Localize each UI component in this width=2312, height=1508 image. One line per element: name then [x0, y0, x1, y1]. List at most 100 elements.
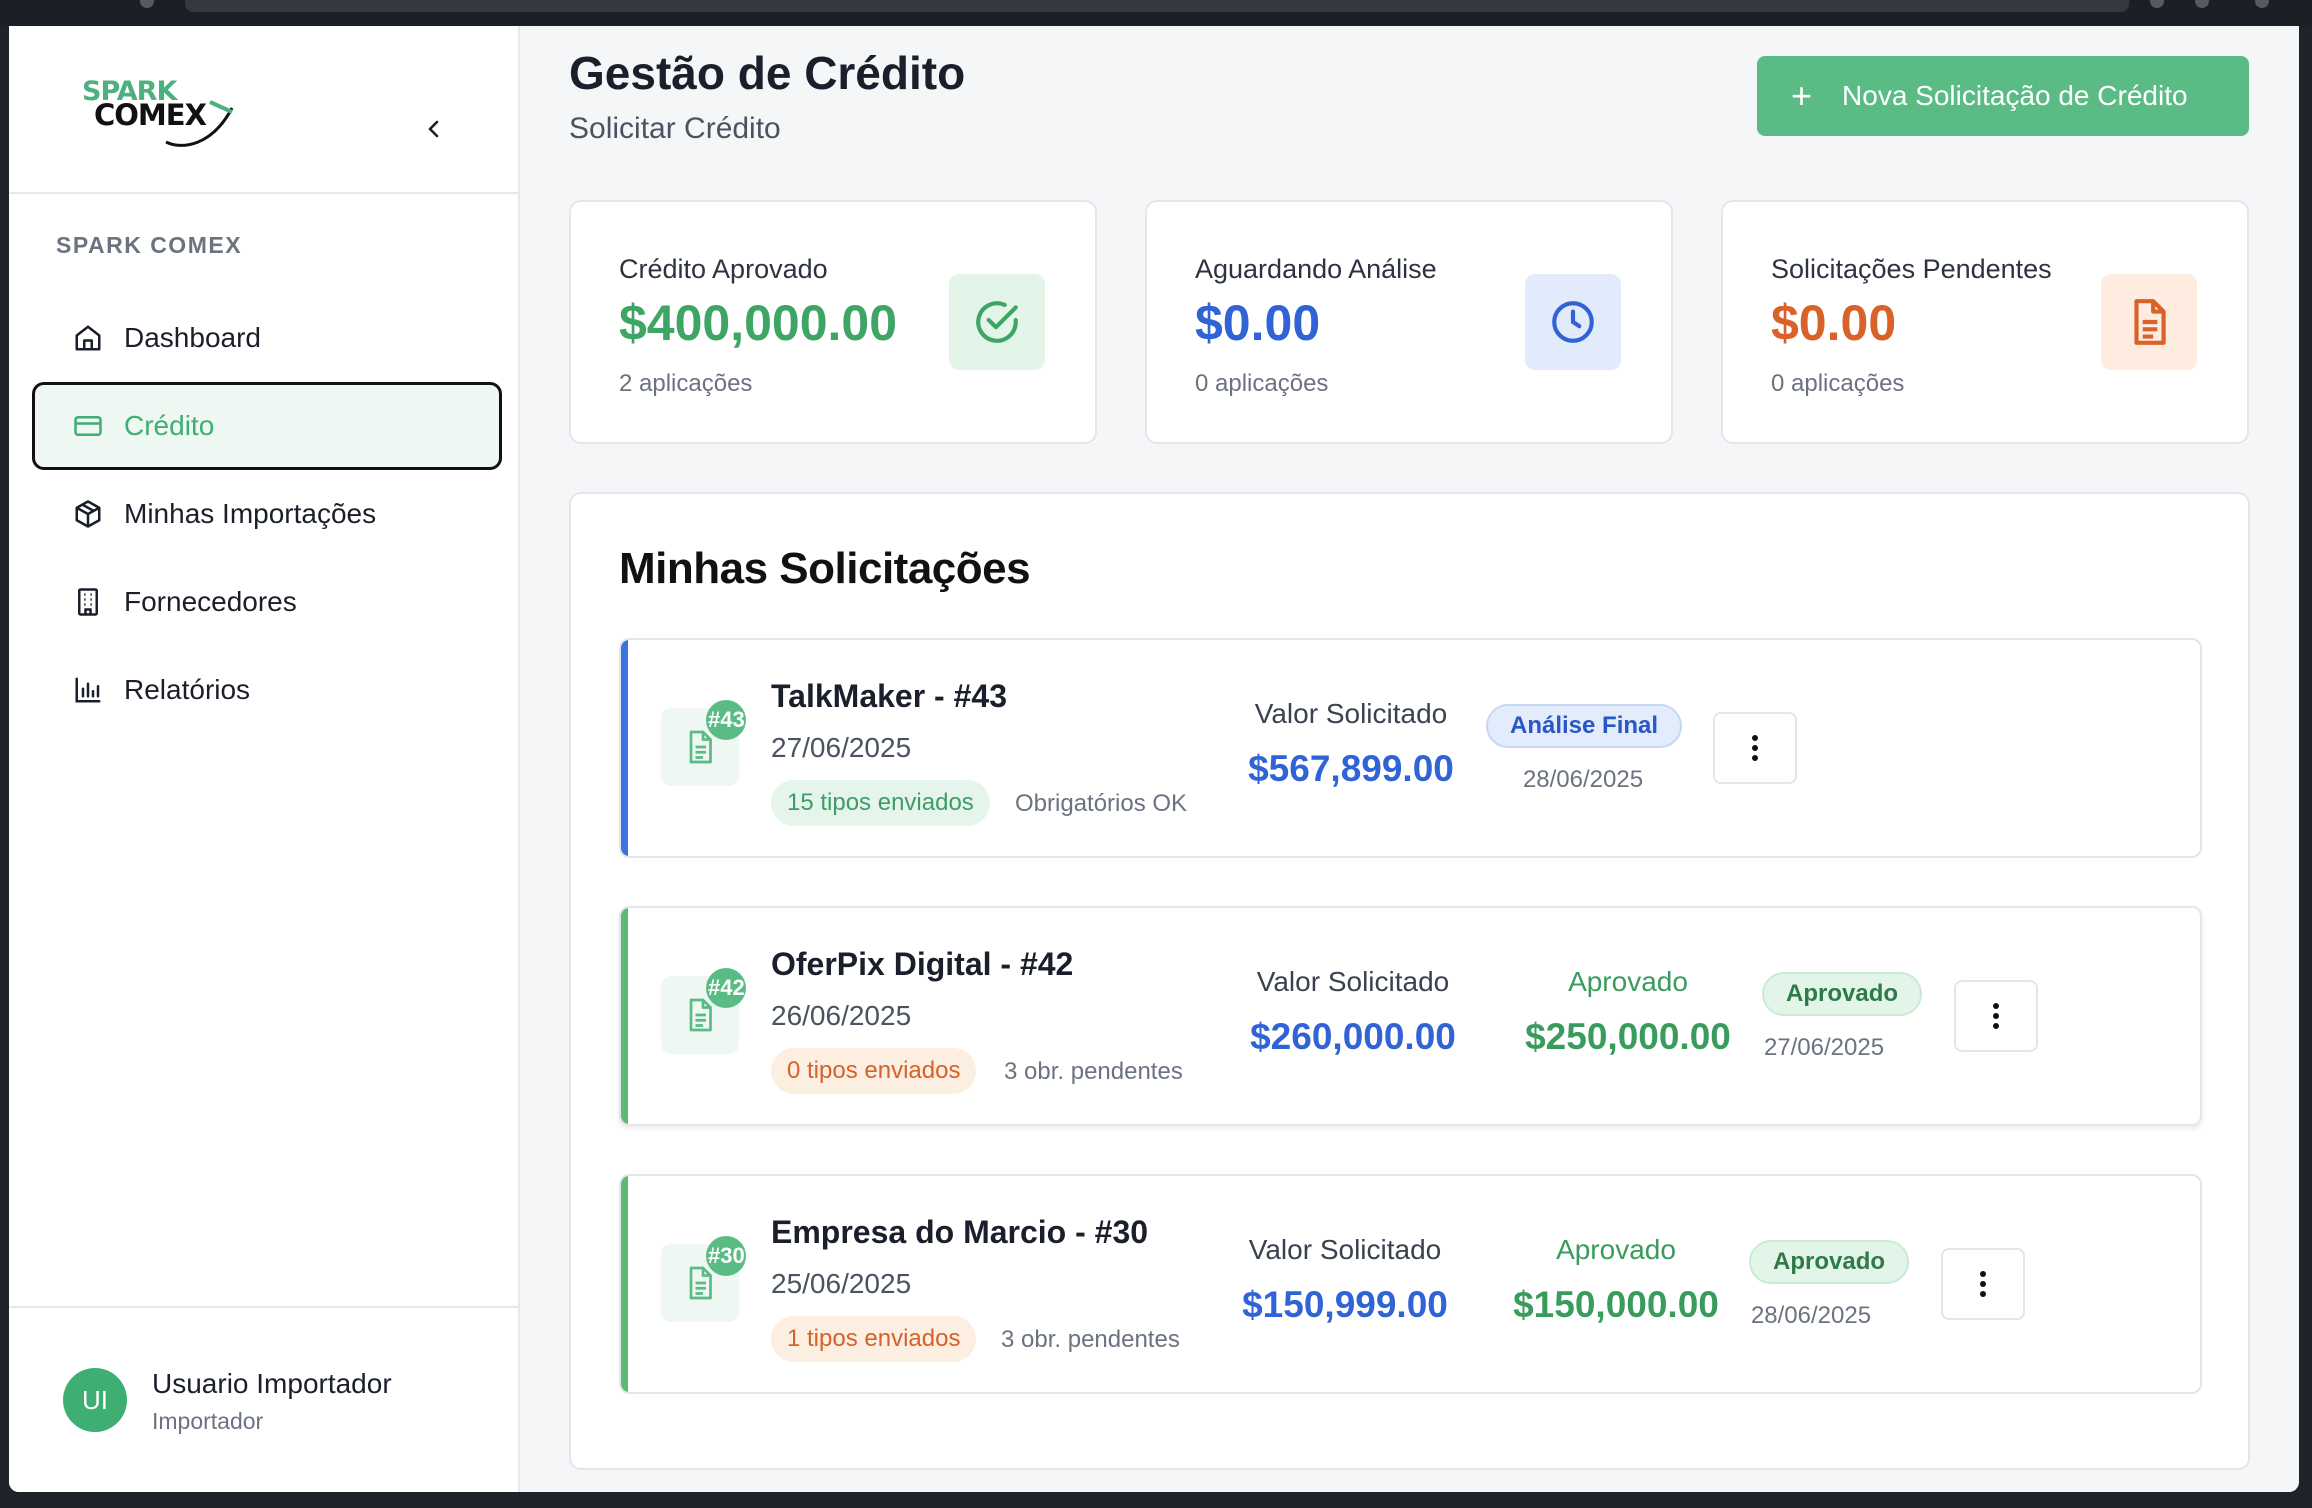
- sidebar-item-importacoes[interactable]: Minhas Importações: [32, 470, 502, 558]
- more-options-button[interactable]: [1941, 1248, 2025, 1320]
- request-card[interactable]: #42 OferPix Digital - #42 26/06/2025 0 t…: [619, 906, 2202, 1126]
- clock-icon: [1525, 274, 1621, 370]
- new-credit-request-label: Nova Solicitação de Crédito: [1842, 80, 2188, 111]
- document-icon: [2101, 274, 2197, 370]
- stat-card-approved: Crédito Aprovado $400,000.00 2 aplicaçõe…: [569, 200, 1097, 444]
- requested-amount: $260,000.00: [1250, 1016, 1456, 1057]
- requested-amount: $150,999.00: [1242, 1284, 1448, 1325]
- sidebar-item-label: Dashboard: [124, 322, 261, 353]
- avatar: UI: [63, 1368, 127, 1432]
- sidebar-item-label: Relatórios: [124, 674, 251, 705]
- user-role: Importador: [152, 1408, 264, 1434]
- collapse-sidebar-button[interactable]: [421, 116, 447, 142]
- stat-label: Crédito Aprovado: [619, 254, 828, 284]
- docs-sent-pill: 15 tipos enviados: [771, 780, 990, 826]
- request-title: Empresa do Marcio - #30: [771, 1214, 1149, 1250]
- status-badge: Aprovado: [1749, 1240, 1910, 1284]
- bar-chart-icon: [72, 674, 104, 706]
- request-date: 25/06/2025: [771, 1268, 912, 1299]
- more-vertical-icon: [1980, 1271, 1986, 1297]
- sidebar-item-dashboard[interactable]: Dashboard: [32, 294, 502, 382]
- sidebar-nav: Dashboard Crédito Minhas Importações For…: [32, 294, 502, 734]
- sidebar-item-label: Fornecedores: [124, 586, 297, 617]
- approved-amount: $250,000.00: [1525, 1016, 1731, 1057]
- request-title: OferPix Digital - #42: [771, 946, 1074, 982]
- more-options-button[interactable]: [1713, 712, 1797, 784]
- sidebar-item-credito[interactable]: Crédito: [32, 382, 502, 470]
- approved-label: Aprovado: [1568, 966, 1688, 997]
- stat-card-pending: Solicitações Pendentes $0.00 0 aplicaçõe…: [1721, 200, 2249, 444]
- logo-swoosh-icon: [165, 100, 234, 147]
- sidebar-item-label: Minhas Importações: [124, 498, 377, 529]
- status-date: 27/06/2025: [1763, 1034, 1885, 1061]
- credit-card-icon: [72, 410, 104, 442]
- stat-sub: 0 aplicações: [1195, 370, 1329, 397]
- browser-reload-icon[interactable]: [140, 0, 154, 8]
- requests-panel: Minhas Solicitações #43 TalkMaker - #43 …: [569, 492, 2250, 1470]
- requested-label: Valor Solicitado: [1254, 698, 1448, 729]
- sidebar-section-label: SPARK COMEX: [56, 232, 243, 258]
- stat-value: $0.00: [1195, 295, 1321, 351]
- page-title: Gestão de Crédito: [569, 47, 966, 99]
- requests-title: Minhas Solicitações: [619, 544, 1031, 593]
- stat-sub: 2 aplicações: [619, 370, 753, 397]
- approved-label: Aprovado: [1556, 1234, 1676, 1265]
- stat-label: Solicitações Pendentes: [1771, 254, 2052, 284]
- requested-label: Valor Solicitado: [1256, 966, 1450, 997]
- status-badge: Aprovado: [1762, 972, 1923, 1016]
- request-number-badge: #43: [706, 700, 746, 740]
- request-card[interactable]: #30 Empresa do Marcio - #30 25/06/2025 1…: [619, 1174, 2202, 1394]
- request-title: TalkMaker - #43: [771, 678, 1007, 714]
- home-icon: [72, 322, 104, 354]
- user-name: Usuario Importador: [152, 1368, 392, 1399]
- stat-value: $0.00: [1771, 295, 1897, 351]
- request-card[interactable]: #43 TalkMaker - #43 27/06/2025 15 tipos …: [619, 638, 2202, 858]
- status-date: 28/06/2025: [1750, 1302, 1872, 1329]
- page-subtitle: Solicitar Crédito: [569, 112, 781, 145]
- sidebar: SPARK COMEX SPARK COMEX Dashboard Crédit…: [9, 26, 520, 1492]
- request-date: 26/06/2025: [771, 1000, 912, 1031]
- stat-sub: 0 aplicações: [1771, 370, 1905, 397]
- plus-icon: +: [1791, 75, 1813, 116]
- status-date: 28/06/2025: [1522, 766, 1644, 793]
- app-window: SPARK COMEX SPARK COMEX Dashboard Crédit…: [9, 26, 2299, 1492]
- chevron-left-icon: [428, 120, 439, 138]
- requested-amount: $567,899.00: [1248, 748, 1454, 789]
- status-stripe: [621, 908, 628, 1124]
- request-number-badge: #30: [706, 1236, 746, 1276]
- docs-note: 3 obr. pendentes: [1001, 1326, 1180, 1353]
- building-icon: [72, 586, 104, 618]
- browser-top-strip: [0, 0, 2312, 26]
- sidebar-header: SPARK COMEX: [9, 26, 520, 194]
- docs-note: Obrigatórios OK: [1015, 790, 1188, 817]
- brand-logo[interactable]: SPARK COMEX: [82, 78, 248, 150]
- sidebar-item-relatorios[interactable]: Relatórios: [32, 646, 502, 734]
- browser-share-icon[interactable]: [2150, 0, 2164, 8]
- status-stripe: [621, 640, 628, 856]
- browser-window-icon[interactable]: [2255, 0, 2269, 8]
- request-number-badge: #42: [706, 968, 746, 1008]
- stat-label: Aguardando Análise: [1195, 254, 1437, 284]
- more-options-button[interactable]: [1954, 980, 2038, 1052]
- browser-address-bar[interactable]: [185, 0, 2129, 12]
- request-date: 27/06/2025: [771, 732, 912, 763]
- docs-sent-pill: 1 tipos enviados: [771, 1316, 977, 1362]
- more-vertical-icon: [1752, 735, 1758, 761]
- docs-sent-pill: 0 tipos enviados: [771, 1048, 977, 1094]
- browser-extension-icon[interactable]: [2195, 0, 2209, 8]
- user-profile[interactable]: UI Usuario Importador Importador: [9, 1306, 520, 1492]
- docs-note: 3 obr. pendentes: [1004, 1058, 1183, 1085]
- stat-card-awaiting: Aguardando Análise $0.00 0 aplicações: [1145, 200, 1673, 444]
- stat-value: $400,000.00: [619, 295, 898, 351]
- status-stripe: [621, 1176, 628, 1392]
- approved-amount: $150,000.00: [1513, 1284, 1719, 1325]
- requested-label: Valor Solicitado: [1248, 1234, 1442, 1265]
- package-icon: [72, 498, 104, 530]
- sidebar-item-label: Crédito: [124, 410, 215, 441]
- status-badge: Análise Final: [1486, 704, 1683, 748]
- check-circle-icon: [949, 274, 1045, 370]
- more-vertical-icon: [1993, 1003, 1999, 1029]
- sidebar-item-fornecedores[interactable]: Fornecedores: [32, 558, 502, 646]
- new-credit-request-button[interactable]: + Nova Solicitação de Crédito: [1757, 56, 2249, 136]
- main-content: Gestão de Crédito Solicitar Crédito + No…: [520, 26, 2299, 1492]
